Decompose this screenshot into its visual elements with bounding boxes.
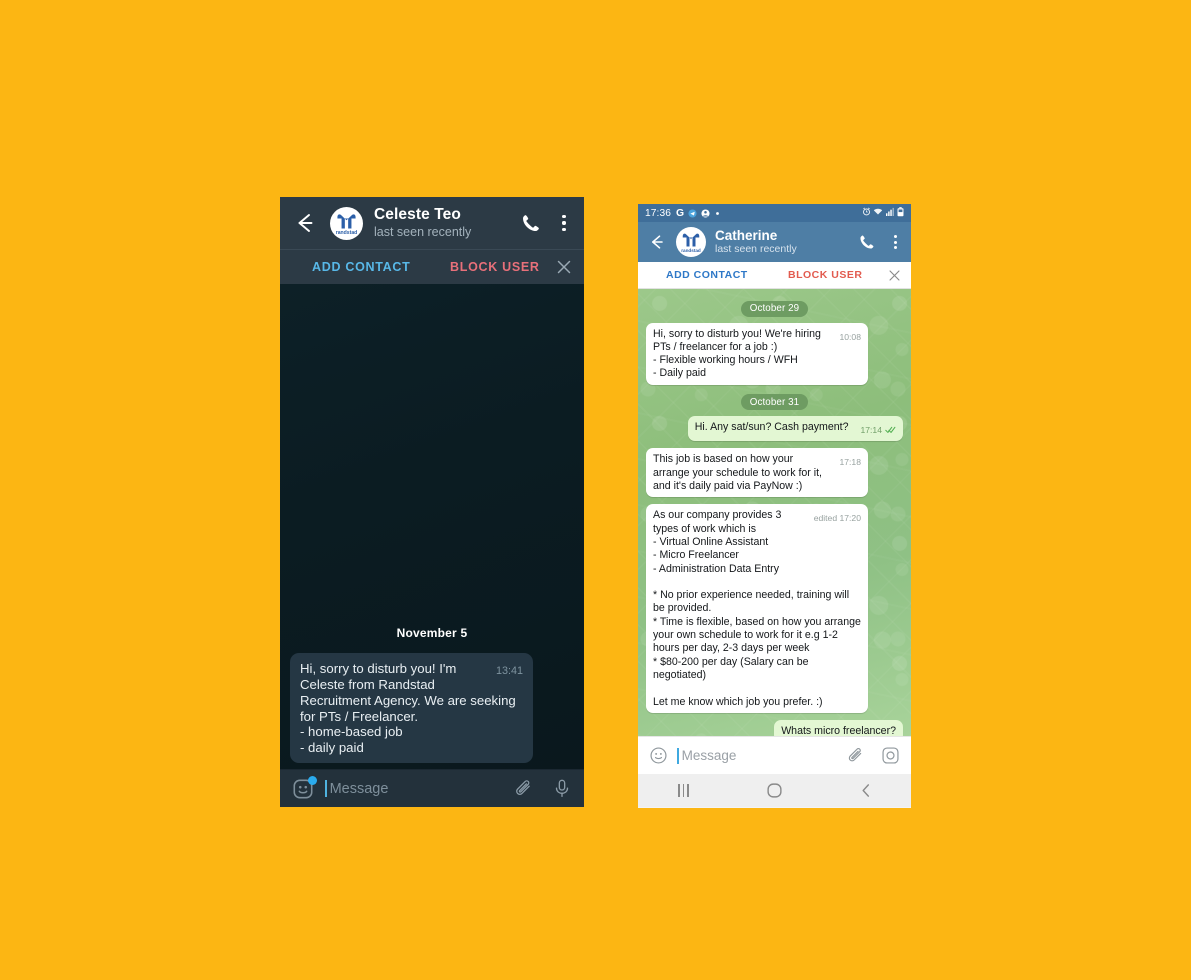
text-cursor xyxy=(325,780,327,797)
left-message-list: November 5 13:41 Hi, sorry to disturb you… xyxy=(280,624,584,763)
avatar[interactable]: randstad xyxy=(676,227,706,257)
svg-text:randstad: randstad xyxy=(681,248,701,253)
message-time: 13:41 xyxy=(495,665,523,678)
message-text: Hi. Any sat/sun? Cash payment? xyxy=(694,421,849,434)
message-input-placeholder[interactable]: Message xyxy=(682,748,836,763)
message-text: As our company provides 3 types of work … xyxy=(653,509,861,708)
svg-text:randstad: randstad xyxy=(336,230,358,236)
home-circle-icon[interactable] xyxy=(750,774,800,807)
close-icon[interactable] xyxy=(556,259,572,275)
date-separator-label: October 31 xyxy=(740,394,809,411)
left-chat-header: randstad Celeste Teo last seen recently xyxy=(280,197,584,249)
more-vertical-icon[interactable] xyxy=(556,212,572,234)
message-bubble-incoming[interactable]: 17:18 This job is based on how your arran… xyxy=(646,448,868,498)
message-text: Hi, sorry to disturb you! We're hiring P… xyxy=(653,327,821,380)
battery-icon xyxy=(897,206,904,220)
add-contact-button[interactable]: ADD CONTACT xyxy=(666,269,748,281)
message-bubble-incoming[interactable]: 13:41 Hi, sorry to disturb you! I'm Celes… xyxy=(290,653,533,763)
message-bubble-outgoing-clipped[interactable]: Whats micro freelancer? xyxy=(774,719,903,736)
right-message-list[interactable]: October 29 10:08 Hi, sorry to disturb you… xyxy=(638,289,911,736)
left-input-bar[interactable]: Message xyxy=(280,769,584,807)
message-time: 10:08 xyxy=(839,331,861,342)
message-bubble-outgoing[interactable]: 17:14 Hi. Any sat/sun? Cash payment? xyxy=(687,416,903,442)
message-row: edited 17:20 As our company provides 3 ty… xyxy=(646,504,903,713)
date-separator: October 29 xyxy=(646,298,903,317)
date-separator: October 31 xyxy=(646,392,903,411)
chevron-left-icon[interactable] xyxy=(841,774,891,807)
message-edited-time: edited 17:20 xyxy=(813,513,861,524)
page-title: Celeste Teo xyxy=(374,206,461,223)
emoji-smiley-icon[interactable] xyxy=(292,775,317,800)
phone-icon[interactable] xyxy=(858,233,876,251)
paperclip-icon[interactable] xyxy=(846,746,865,765)
dot-icon xyxy=(714,210,721,217)
add-contact-button[interactable]: ADD CONTACT xyxy=(312,260,410,274)
message-time: 17:18 xyxy=(839,457,861,468)
text-cursor xyxy=(677,747,679,764)
date-separator: November 5 xyxy=(290,624,574,642)
left-phone-screenshot: randstad Celeste Teo last seen recently … xyxy=(280,197,584,807)
date-separator-label: October 29 xyxy=(740,300,809,317)
right-chat-header: randstad Catherine last seen recently xyxy=(638,222,911,262)
alarm-icon xyxy=(862,207,871,219)
close-icon[interactable] xyxy=(888,269,901,282)
android-nav-bar xyxy=(638,774,911,807)
status-time: 17:36 xyxy=(645,207,671,219)
network-type-label: G xyxy=(676,207,685,219)
more-vertical-icon[interactable] xyxy=(888,233,902,251)
phone-icon[interactable] xyxy=(520,212,542,234)
emoji-smiley-icon[interactable] xyxy=(649,746,668,765)
signal-icon xyxy=(885,207,895,219)
contact-status: last seen recently xyxy=(374,225,472,239)
date-separator-label: November 5 xyxy=(396,626,468,641)
page-canvas: randstad Celeste Teo last seen recently … xyxy=(0,0,1191,980)
message-row: 17:18 This job is based on how your arran… xyxy=(646,448,903,498)
message-bubble-incoming[interactable]: 10:08 Hi, sorry to disturb you! We're hir… xyxy=(646,322,868,385)
camera-icon[interactable] xyxy=(881,746,900,765)
block-user-button[interactable]: BLOCK USER xyxy=(788,269,862,281)
right-input-bar[interactable]: Message xyxy=(638,736,911,774)
paperclip-icon[interactable] xyxy=(513,778,534,799)
message-text: Hi, sorry to disturb you! I'm Celeste fr… xyxy=(300,661,516,756)
avatar[interactable]: randstad xyxy=(330,206,363,240)
contact-icon xyxy=(701,208,710,218)
status-bar: 17:36 G xyxy=(638,204,911,222)
right-contact-info: Catherine last seen recently xyxy=(715,228,847,256)
message-row: 17:14 Hi. Any sat/sun? Cash payment? xyxy=(646,416,903,442)
wifi-icon xyxy=(873,207,883,219)
page-title: Catherine xyxy=(715,228,778,243)
status-right-icons xyxy=(862,206,905,220)
message-row: Whats micro freelancer? xyxy=(646,719,903,736)
left-contact-info: Celeste Teo last seen recently xyxy=(374,206,506,240)
back-icon[interactable] xyxy=(292,210,318,236)
telegram-icon xyxy=(688,208,697,218)
back-icon[interactable] xyxy=(647,232,667,252)
message-row: 13:41 Hi, sorry to disturb you! I'm Celes… xyxy=(290,653,574,763)
message-text: This job is based on how your arrange yo… xyxy=(653,453,822,493)
block-user-button[interactable]: BLOCK USER xyxy=(450,260,540,274)
message-input-placeholder[interactable]: Message xyxy=(330,781,503,797)
message-bubble-incoming[interactable]: edited 17:20 As our company provides 3 ty… xyxy=(646,504,868,713)
message-row: 10:08 Hi, sorry to disturb you! We're hir… xyxy=(646,322,903,385)
emoji-badge-dot xyxy=(308,775,317,785)
contact-status: last seen recently xyxy=(715,243,797,255)
microphone-icon[interactable] xyxy=(552,778,572,799)
read-receipt-ticks-icon xyxy=(885,425,896,438)
right-chat-body: October 29 10:08 Hi, sorry to disturb you… xyxy=(638,289,911,736)
right-phone-screenshot: 17:36 G randstad Catherine last seen rec… xyxy=(638,204,911,808)
recents-icon[interactable] xyxy=(659,774,709,807)
message-time: 17:14 xyxy=(860,424,896,438)
left-action-bar: ADD CONTACT BLOCK USER xyxy=(280,249,584,284)
right-action-bar: ADD CONTACT BLOCK USER xyxy=(638,262,911,289)
message-text: Whats micro freelancer? xyxy=(781,724,896,736)
left-chat-body: November 5 13:41 Hi, sorry to disturb you… xyxy=(280,284,584,769)
